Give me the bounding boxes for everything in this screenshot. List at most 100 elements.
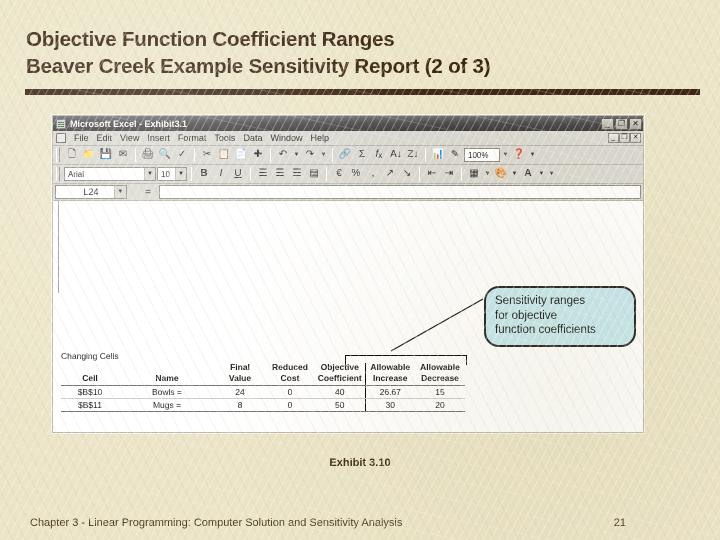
zoom-combo[interactable]: 100% bbox=[464, 148, 500, 162]
insert-hyperlink-icon[interactable]: 🔗 bbox=[337, 147, 353, 163]
save-icon[interactable]: 💾 bbox=[98, 147, 114, 163]
cut-icon[interactable]: ✂ bbox=[199, 147, 215, 163]
italic-icon[interactable]: I bbox=[213, 166, 229, 182]
reduced-cost: 0 bbox=[265, 385, 315, 399]
toolbar-grip[interactable] bbox=[56, 167, 60, 181]
menu-item-window[interactable]: Window bbox=[266, 133, 306, 143]
undo-dropdown-icon[interactable]: ▼ bbox=[292, 147, 301, 163]
header-final-top: Final bbox=[230, 362, 250, 372]
menu-item-file[interactable]: File bbox=[70, 133, 93, 143]
toolbar-overflow-icon[interactable]: ▼ bbox=[528, 147, 537, 163]
spelling-icon[interactable]: ✓ bbox=[174, 147, 190, 163]
fill-color-dropdown-icon[interactable]: ▼ bbox=[510, 166, 519, 182]
changing-cells-body: $B$10 Bowls = 24 0 40 26.67 15 $B$11 Mug… bbox=[61, 385, 465, 412]
minimize-window-button[interactable]: _ bbox=[601, 117, 614, 130]
align-right-icon[interactable]: ☰ bbox=[289, 166, 305, 182]
formula-input[interactable] bbox=[159, 185, 641, 199]
table-row: $B$10 Bowls = 24 0 40 26.67 15 bbox=[61, 385, 465, 399]
font-color-icon[interactable]: A bbox=[520, 166, 536, 182]
menu-item-insert[interactable]: Insert bbox=[143, 133, 174, 143]
cell-ref: $B$10 bbox=[61, 385, 119, 399]
merge-center-icon[interactable]: ▤ bbox=[306, 166, 322, 182]
percent-icon[interactable]: % bbox=[348, 166, 364, 182]
align-center-icon[interactable]: ☰ bbox=[272, 166, 288, 182]
font-size-value: 10 bbox=[161, 169, 170, 179]
paste-function-icon[interactable]: fx bbox=[371, 147, 387, 163]
changing-cells-table: Final Reduced Objective Allowable Allowa… bbox=[61, 362, 465, 412]
format-painter-icon[interactable]: ✚ bbox=[250, 147, 266, 163]
underline-icon[interactable]: U bbox=[230, 166, 246, 182]
chevron-down-icon[interactable]: ▼ bbox=[175, 168, 186, 180]
menu-item-tools[interactable]: Tools bbox=[210, 133, 239, 143]
menu-item-view[interactable]: View bbox=[116, 133, 143, 143]
final-value: 8 bbox=[215, 398, 265, 412]
redo-icon[interactable]: ↷ bbox=[302, 147, 318, 163]
close-window-button[interactable]: ✕ bbox=[629, 117, 642, 130]
header-reduced-cost: Cost bbox=[265, 373, 315, 386]
worksheet-area[interactable]: Sensitivity ranges for objective functio… bbox=[53, 201, 643, 432]
comma-icon[interactable]: , bbox=[365, 166, 381, 182]
menu-item-edit[interactable]: Edit bbox=[93, 133, 117, 143]
sort-descending-icon[interactable]: Z↓ bbox=[405, 147, 421, 163]
increase-decimal-icon[interactable]: ↗ bbox=[382, 166, 398, 182]
borders-icon[interactable]: ▦ bbox=[466, 166, 482, 182]
bold-icon[interactable]: B bbox=[196, 166, 212, 182]
font-name-combo[interactable]: Arial ▼ bbox=[64, 167, 156, 181]
chevron-down-icon[interactable]: ▼ bbox=[144, 168, 155, 180]
excel-window-title: Microsoft Excel - Exhibit3.1 bbox=[70, 118, 188, 129]
page-title-line-2: Beaver Creek Example Sensitivity Report … bbox=[26, 55, 491, 78]
undo-icon[interactable]: ↶ bbox=[275, 147, 291, 163]
decrease-decimal-icon[interactable]: ↘ bbox=[399, 166, 415, 182]
chevron-down-icon[interactable]: ▼ bbox=[114, 186, 126, 198]
print-preview-icon[interactable]: 🔍 bbox=[157, 147, 173, 163]
name-box[interactable]: L24 ▼ bbox=[55, 185, 127, 199]
final-value: 24 bbox=[215, 385, 265, 399]
sort-ascending-icon[interactable]: A↓ bbox=[388, 147, 404, 163]
toolbar-separator bbox=[326, 167, 327, 181]
fill-color-icon[interactable]: 🎨 bbox=[493, 166, 509, 182]
restore-window-button[interactable]: ❐ bbox=[615, 117, 628, 130]
callout-bubble: Sensitivity ranges for objective functio… bbox=[484, 286, 636, 347]
borders-dropdown-icon[interactable]: ▼ bbox=[483, 166, 492, 182]
menu-item-format[interactable]: Format bbox=[174, 133, 211, 143]
page-title-line-1: Objective Function Coefficient Ranges bbox=[26, 28, 395, 51]
open-icon[interactable]: 📁 bbox=[81, 147, 97, 163]
menu-item-help[interactable]: Help bbox=[306, 133, 333, 143]
toolbar-separator bbox=[194, 148, 195, 162]
print-icon[interactable]: 🖨 bbox=[140, 147, 156, 163]
zoom-value: 100% bbox=[468, 150, 489, 160]
zoom-dropdown-icon[interactable]: ▼ bbox=[501, 147, 510, 163]
currency-icon[interactable]: € bbox=[331, 166, 347, 182]
table-row: $B$11 Mugs = 8 0 50 30 20 bbox=[61, 398, 465, 412]
copy-icon[interactable]: 📋 bbox=[216, 147, 232, 163]
changing-cells-section: Changing Cells Final Reduced Objective A… bbox=[61, 351, 467, 412]
font-size-combo[interactable]: 10 ▼ bbox=[157, 167, 187, 181]
decrease-indent-icon[interactable]: ⇤ bbox=[424, 166, 440, 182]
footer-text: Chapter 3 - Linear Programming: Computer… bbox=[30, 517, 403, 529]
drawing-icon[interactable]: ✎ bbox=[447, 147, 463, 163]
window-controls: _ ❐ ✕ bbox=[601, 117, 642, 130]
minimize-workbook-button[interactable]: _ bbox=[608, 133, 619, 143]
constraints-section: Constraints Final Shadow Constraint Allo… bbox=[61, 431, 465, 432]
email-icon[interactable]: ✉ bbox=[115, 147, 131, 163]
increase-indent-icon[interactable]: ⇥ bbox=[441, 166, 457, 182]
toolbar-separator bbox=[250, 167, 251, 181]
paste-icon[interactable]: 📄 bbox=[233, 147, 249, 163]
callout-line-2: for objective bbox=[495, 309, 558, 322]
redo-dropdown-icon[interactable]: ▼ bbox=[319, 147, 328, 163]
autosum-icon[interactable]: Σ bbox=[354, 147, 370, 163]
toolbar-separator bbox=[461, 167, 462, 181]
toolbar-overflow-icon[interactable]: ▼ bbox=[547, 166, 556, 182]
edit-formula-button[interactable]: = bbox=[139, 187, 157, 198]
menu-item-data[interactable]: Data bbox=[239, 133, 266, 143]
restore-workbook-button[interactable]: ❐ bbox=[619, 133, 630, 143]
new-icon[interactable]: 🗋 bbox=[64, 147, 80, 163]
help-icon[interactable]: ❓ bbox=[511, 147, 527, 163]
header-reduced-top: Reduced bbox=[272, 362, 308, 372]
font-color-dropdown-icon[interactable]: ▼ bbox=[537, 166, 546, 182]
toolbar-grip[interactable] bbox=[56, 148, 60, 162]
align-left-icon[interactable]: ☰ bbox=[255, 166, 271, 182]
chart-wizard-icon[interactable]: 📊 bbox=[430, 147, 446, 163]
cell-name: Mugs = bbox=[119, 398, 215, 412]
close-workbook-button[interactable]: ✕ bbox=[630, 133, 641, 143]
